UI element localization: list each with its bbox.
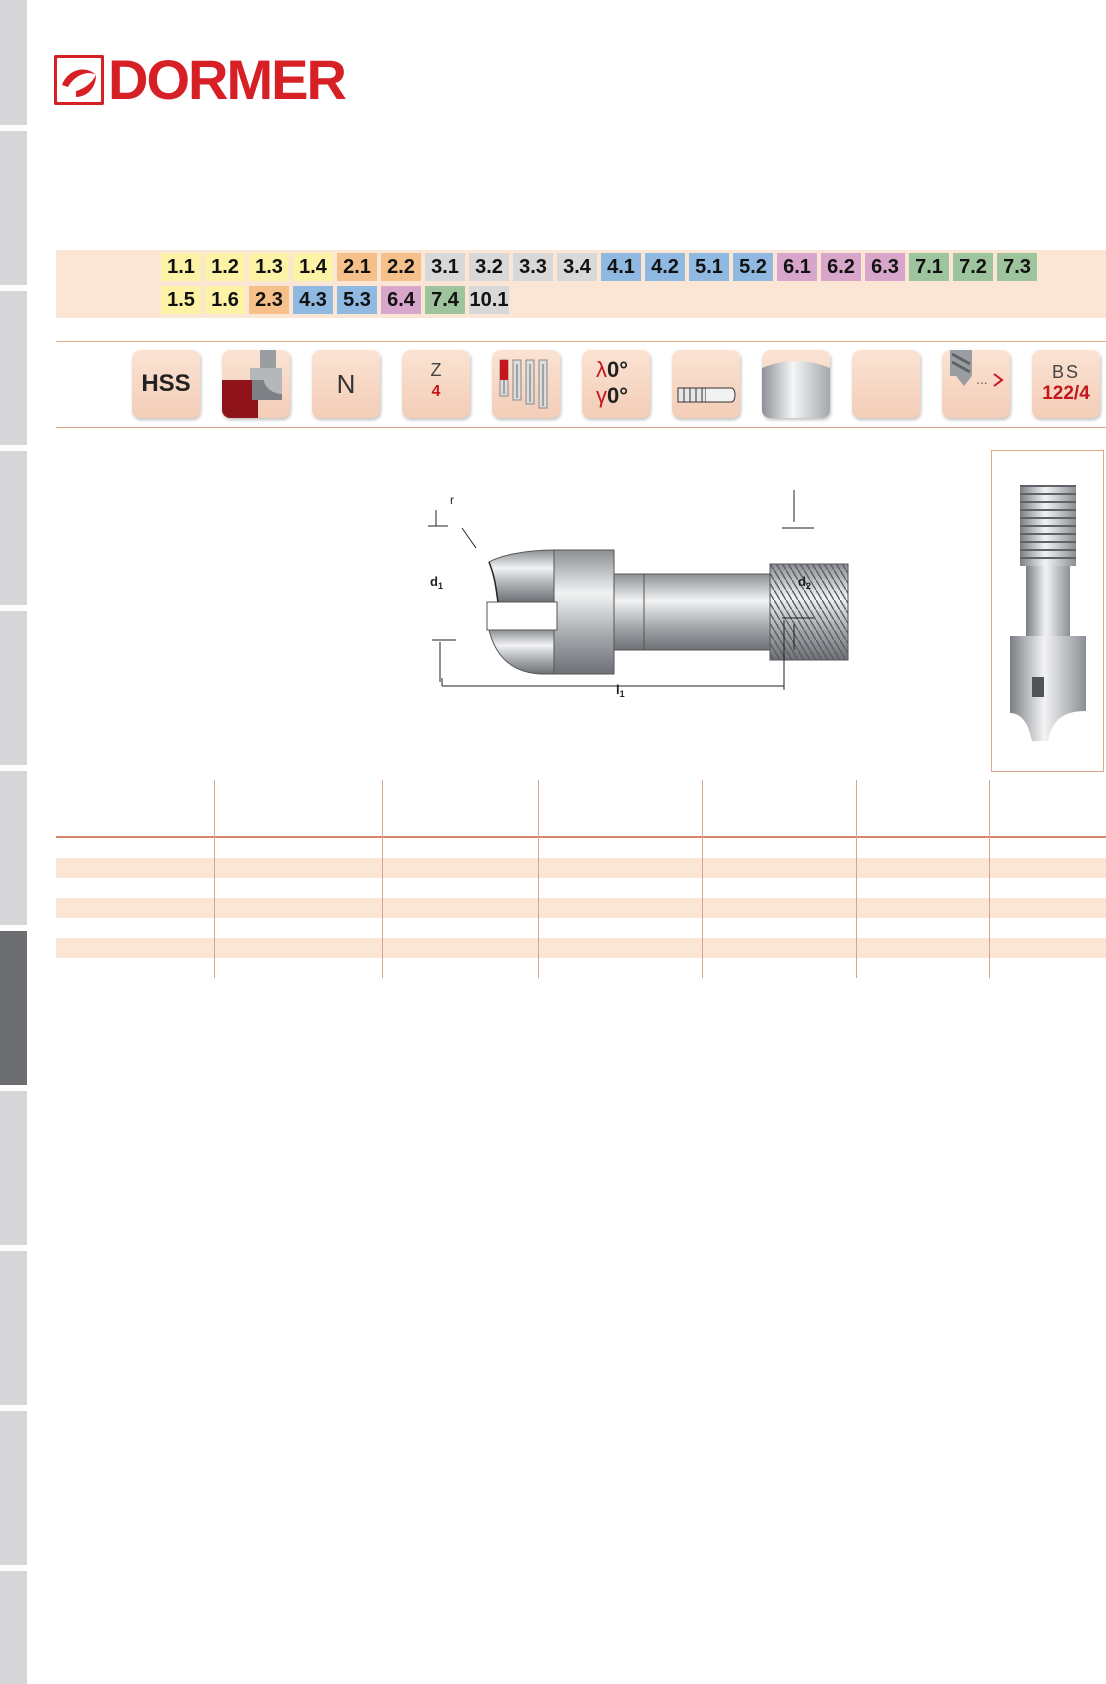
material-group-chip: 7.1 xyxy=(909,253,949,281)
material-groups-band: 1.1 1.2 1.3 1.4 2.1 2.2 3.1 3.2 3.3 3.4 4.1 4.2 5.1 5… xyxy=(56,250,1106,318)
dormer-mark-icon xyxy=(54,55,104,105)
material-group-chip: 1.4 xyxy=(293,253,333,281)
side-tab-11[interactable] xyxy=(0,1571,27,1684)
product-photo-icon xyxy=(1010,485,1086,741)
rake-angles-icon: λ0° γ0° xyxy=(582,350,650,418)
table-column-divider xyxy=(702,780,703,978)
d1-label: d xyxy=(430,574,438,589)
table-column-divider xyxy=(214,780,215,978)
side-tab-4[interactable] xyxy=(0,451,27,605)
bright-finish-icon xyxy=(762,350,830,418)
material-group-chip: 3.3 xyxy=(513,253,553,281)
lambda-value: 0° xyxy=(607,357,629,382)
material-group-chip: 1.5 xyxy=(161,286,201,314)
standard-number: 122/4 xyxy=(1042,383,1090,404)
lambda-symbol: λ xyxy=(596,357,607,382)
side-tab-5[interactable] xyxy=(0,611,27,765)
radius-label: r xyxy=(450,493,454,507)
material-group-chip: 5.2 xyxy=(733,253,773,281)
material-group-chip: 7.2 xyxy=(953,253,993,281)
material-group-chip: 5.1 xyxy=(689,253,729,281)
material-group-chip: 6.4 xyxy=(381,286,421,314)
flutes-label: Z xyxy=(430,360,442,380)
dimension-table xyxy=(56,780,1106,978)
material-group-chip: 3.1 xyxy=(425,253,465,281)
side-tab-6[interactable] xyxy=(0,771,27,925)
material-group-chip: 1.1 xyxy=(161,253,201,281)
svg-text:...: ... xyxy=(976,371,988,387)
d1-subscript: 1 xyxy=(438,581,443,591)
material-group-chip: 6.2 xyxy=(821,253,861,281)
side-tab-2[interactable] xyxy=(0,131,27,285)
material-group-chip: 2.1 xyxy=(337,253,377,281)
material-group-chip: 3.4 xyxy=(557,253,597,281)
table-column-divider xyxy=(989,780,990,978)
side-tab-9[interactable] xyxy=(0,1251,27,1405)
tool-dimension-drawing: r d1 d2 l1 xyxy=(144,490,904,740)
side-tab-3[interactable] xyxy=(0,291,27,445)
side-tab-8[interactable] xyxy=(0,1091,27,1245)
tool-series-icon xyxy=(492,350,560,418)
material-group-chip: 6.3 xyxy=(865,253,905,281)
material-group-chip: 7.3 xyxy=(997,253,1037,281)
material-group-chip: 4.1 xyxy=(601,253,641,281)
material-hss-icon: HSS xyxy=(132,350,200,418)
d2-label: d xyxy=(798,574,806,589)
side-tab-strip xyxy=(0,0,28,1684)
tool-properties-icon-row: HSS N Z 4 λ0° γ0° ... BS 122/4 xyxy=(56,341,1106,428)
product-photo-box xyxy=(991,450,1104,772)
type-n-icon: N xyxy=(312,350,380,418)
material-group-chip: 10.1 xyxy=(469,286,509,314)
material-group-chip: 6.1 xyxy=(777,253,817,281)
l1-subscript: 1 xyxy=(620,689,625,699)
standard-bs-icon: BS 122/4 xyxy=(1032,350,1100,418)
type-letter: N xyxy=(336,369,356,399)
d2-subscript: 2 xyxy=(806,581,811,591)
flutes-value: 4 xyxy=(431,383,441,400)
corner-rounding-cutter-icon xyxy=(222,350,290,418)
table-column-divider xyxy=(382,780,383,978)
material-label: HSS xyxy=(141,370,191,397)
side-tab-7-active[interactable] xyxy=(0,931,27,1085)
table-column-divider xyxy=(538,780,539,978)
flutes-count-icon: Z 4 xyxy=(402,350,470,418)
material-group-chip: 1.6 xyxy=(205,286,245,314)
feed-direction-icon: ... xyxy=(942,350,1010,418)
uncoated-icon xyxy=(852,350,920,418)
brand-name: DORMER xyxy=(108,48,347,111)
gamma-value: 0° xyxy=(607,383,629,408)
threaded-shank-icon xyxy=(672,350,740,418)
brand-logo: DORMER xyxy=(54,48,347,111)
material-group-chip: 4.2 xyxy=(645,253,685,281)
material-group-chip: 3.2 xyxy=(469,253,509,281)
standard-label: BS xyxy=(1051,362,1080,382)
side-tab-10[interactable] xyxy=(0,1411,27,1565)
material-group-chip: 5.3 xyxy=(337,286,377,314)
material-group-chip: 1.3 xyxy=(249,253,289,281)
material-group-chip: 7.4 xyxy=(425,286,465,314)
gamma-symbol: γ xyxy=(596,383,607,408)
material-group-chip: 1.2 xyxy=(205,253,245,281)
table-column-divider xyxy=(856,780,857,978)
material-group-chip: 2.3 xyxy=(249,286,289,314)
side-tab-1[interactable] xyxy=(0,0,27,125)
material-group-chip: 2.2 xyxy=(381,253,421,281)
material-group-chip: 4.3 xyxy=(293,286,333,314)
